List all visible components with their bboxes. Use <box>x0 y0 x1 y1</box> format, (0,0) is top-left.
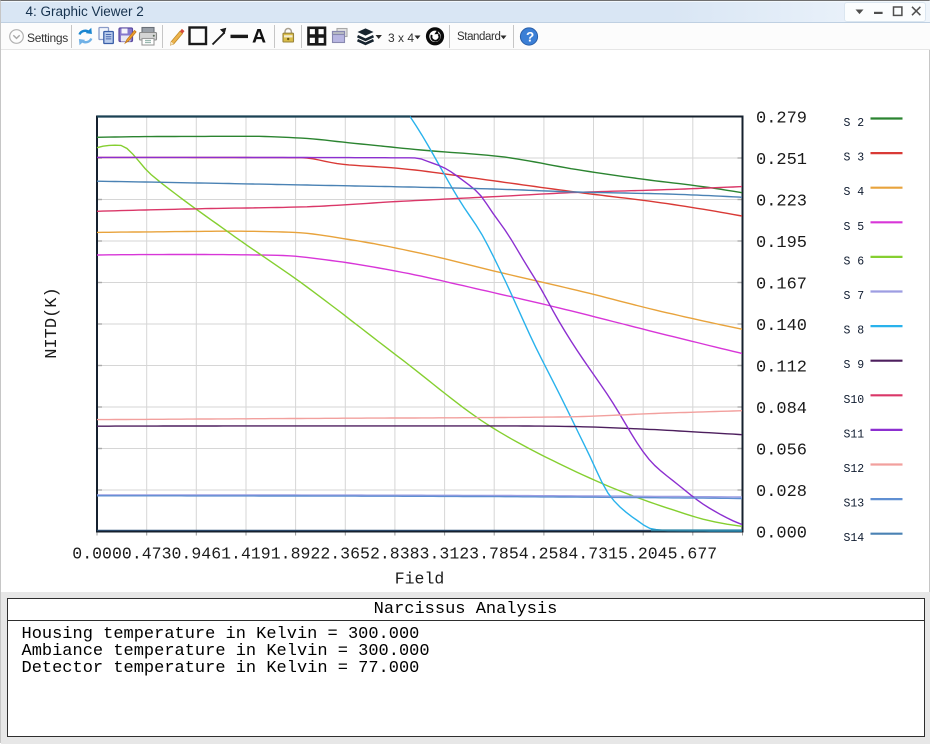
svg-text:0.112: 0.112 <box>756 359 807 378</box>
svg-text:S 6: S 6 <box>844 255 865 268</box>
svg-text:NITD(K): NITD(K) <box>43 287 62 358</box>
svg-text:?: ? <box>526 30 534 45</box>
svg-text:0.195: 0.195 <box>756 234 807 253</box>
svg-text:S 5: S 5 <box>844 221 865 234</box>
svg-text:0.223: 0.223 <box>756 193 807 212</box>
svg-text:S 8: S 8 <box>844 325 865 338</box>
svg-text:S11: S11 <box>844 428 865 441</box>
svg-text:0.056: 0.056 <box>756 442 807 461</box>
svg-text:S 9: S 9 <box>844 359 865 372</box>
svg-text:0.279: 0.279 <box>756 110 807 129</box>
svg-text:S14: S14 <box>844 532 865 545</box>
svg-text:0.084: 0.084 <box>756 400 807 419</box>
svg-text:S13: S13 <box>844 498 865 511</box>
svg-text:Field: Field <box>395 570 445 589</box>
svg-text:S12: S12 <box>844 463 865 476</box>
svg-text:0.140: 0.140 <box>756 317 807 336</box>
svg-text:0.167: 0.167 <box>756 276 807 295</box>
svg-text:0.000: 0.000 <box>756 525 807 544</box>
svg-text:0.028: 0.028 <box>756 483 807 502</box>
svg-text:S 2: S 2 <box>844 117 865 130</box>
svg-text:S10: S10 <box>844 394 865 407</box>
svg-text:S 7: S 7 <box>844 290 865 303</box>
svg-text:A: A <box>252 26 266 48</box>
svg-text:0.0000.4730.9461.4191.8922.365: 0.0000.4730.9461.4191.8922.3652.8383.312… <box>72 545 717 564</box>
svg-text:0.251: 0.251 <box>756 151 807 170</box>
svg-text:S 4: S 4 <box>844 186 865 199</box>
svg-text:S 3: S 3 <box>844 152 865 165</box>
